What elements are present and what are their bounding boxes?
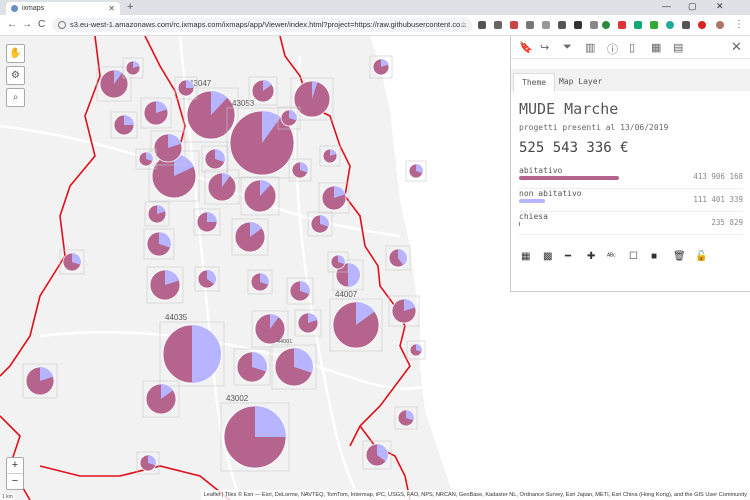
close-icon[interactable]: ✕ xyxy=(731,39,742,55)
info-icon[interactable] xyxy=(58,21,66,30)
category-row-chiesa[interactable]: chiesa 235 829 xyxy=(519,212,743,235)
category-value: 235 829 xyxy=(711,218,743,227)
theme-panel: 🔖 ↪ ⏷ ▥ ⓘ ▯ ▦ ▤ ✕ Theme Map Layer MUDE M… xyxy=(510,36,750,292)
reload-button[interactable]: C xyxy=(38,19,45,30)
tab-map-layer[interactable]: Map Layer xyxy=(551,73,610,91)
back-button[interactable]: ← xyxy=(7,19,17,30)
extension-icon[interactable] xyxy=(542,21,550,29)
url-text: s3.eu-west-1.amazonaws.com/rc.ixmaps.com… xyxy=(70,20,467,29)
filter-icon[interactable]: ⏷ xyxy=(563,41,572,54)
zoom-in-button[interactable]: + xyxy=(7,458,23,473)
bookmark-star-icon[interactable]: ☆ xyxy=(460,18,467,32)
pie-label: 44007 xyxy=(335,290,358,299)
extension-icon[interactable] xyxy=(634,21,642,29)
zoom-control: + − xyxy=(6,457,24,490)
pie-label: 43053 xyxy=(232,99,255,108)
square-filled-icon[interactable]: ■ xyxy=(651,251,657,262)
extension-icon[interactable] xyxy=(478,21,486,29)
maximize-button[interactable]: ▢ xyxy=(688,1,697,12)
extension-icon[interactable] xyxy=(526,21,534,29)
category-bar xyxy=(519,199,545,203)
extension-icon[interactable] xyxy=(602,21,610,29)
new-tab-button[interactable]: + xyxy=(127,1,133,13)
panel-subtitle: progetti presenti al 13/06/2019 xyxy=(519,123,669,132)
share-icon[interactable]: ↪ xyxy=(540,41,549,54)
zoom-out-button[interactable]: − xyxy=(7,473,23,489)
close-window-button[interactable]: ✕ xyxy=(716,1,724,12)
panel-tabs: Theme Map Layer xyxy=(511,69,750,92)
category-bar xyxy=(519,222,520,226)
extension-icon[interactable] xyxy=(650,21,658,29)
tab-title: ixmaps xyxy=(22,5,45,12)
panel-toolbar: 🔖 ↪ ⏷ ▥ ⓘ ▯ ▦ ▤ ✕ xyxy=(511,36,750,59)
table-icon[interactable]: ▦ xyxy=(651,41,661,54)
close-tab-icon[interactable]: ✕ xyxy=(108,2,115,15)
minus-icon[interactable]: ━ xyxy=(565,251,571,262)
search-icon[interactable]: ⌕ xyxy=(6,88,25,107)
extension-icon[interactable] xyxy=(574,21,582,29)
browser-tab[interactable]: ixmaps ✕ xyxy=(6,2,120,15)
address-bar[interactable]: s3.eu-west-1.amazonaws.com/rc.ixmaps.com… xyxy=(52,18,472,32)
extension-icon[interactable] xyxy=(698,21,706,29)
square-outline-icon[interactable]: ☐ xyxy=(629,251,638,262)
grid-large-icon[interactable]: ▩ xyxy=(543,251,552,262)
extension-icon[interactable] xyxy=(682,21,690,29)
category-label: abitativo xyxy=(519,166,563,175)
extension-icon[interactable] xyxy=(494,21,502,29)
document-icon[interactable]: ▯ xyxy=(629,41,635,54)
category-value: 111 401 339 xyxy=(693,195,743,204)
menu-icon[interactable]: ⋮ xyxy=(734,19,744,30)
minimize-button[interactable]: — xyxy=(662,1,671,11)
category-bar xyxy=(519,176,619,180)
panel-title: MUDE Marche xyxy=(519,100,619,118)
unlock-icon[interactable]: 🔓 xyxy=(695,251,707,262)
extension-icon[interactable] xyxy=(590,21,598,29)
profile-avatar[interactable] xyxy=(716,21,724,29)
map-icon[interactable]: ▥ xyxy=(585,41,595,54)
settings-gear-icon[interactable]: ⚙ xyxy=(6,66,25,85)
address-row: ← → C s3.eu-west-1.amazonaws.com/rc.ixma… xyxy=(0,15,750,36)
extension-icon[interactable] xyxy=(510,21,518,29)
extension-icon[interactable] xyxy=(666,21,674,29)
tab-theme[interactable]: Theme xyxy=(513,73,556,92)
forward-button[interactable]: → xyxy=(22,19,32,30)
grid-small-icon[interactable]: ▦ xyxy=(521,251,530,262)
total-amount: 525 543 336 € xyxy=(519,140,629,156)
scale-bar: 1 km xyxy=(0,494,15,500)
category-label: chiesa xyxy=(519,212,548,221)
extension-icon[interactable] xyxy=(618,21,626,29)
category-row-non-abitativo[interactable]: non abitativo 111 401 339 xyxy=(519,189,743,212)
plus-icon[interactable]: ✚ xyxy=(587,251,595,262)
category-label: non abitativo xyxy=(519,189,582,198)
bookmark-icon[interactable]: 🔖 xyxy=(519,41,533,54)
pan-hand-icon[interactable]: ✋ xyxy=(6,44,25,63)
panel-actions: ▦ ▩ ━ ✚ ᴬᴮᶜ ☐ ■ 🗑 🔓 xyxy=(519,251,743,265)
pie-label: 44001 xyxy=(277,339,292,345)
info-icon[interactable]: ⓘ xyxy=(607,41,618,57)
browser-tabbar: ixmaps ✕ + — ▢ ✕ xyxy=(0,0,750,15)
map-attribution: Leaflet | Tiles © Esri — Esri, DeLorme, … xyxy=(200,490,750,500)
grid-icon[interactable]: ▤ xyxy=(673,41,683,54)
favicon-icon xyxy=(11,5,18,12)
category-row-abitativo[interactable]: abitativo 413 906 168 xyxy=(519,166,743,189)
trash-icon[interactable]: 🗑 xyxy=(673,251,686,262)
extension-icon[interactable] xyxy=(558,21,566,29)
pie-label: 43002 xyxy=(226,394,249,403)
pie-label: 44035 xyxy=(165,313,188,322)
category-value: 413 906 168 xyxy=(693,172,743,181)
abc-check-icon[interactable]: ᴬᴮᶜ xyxy=(607,253,616,260)
